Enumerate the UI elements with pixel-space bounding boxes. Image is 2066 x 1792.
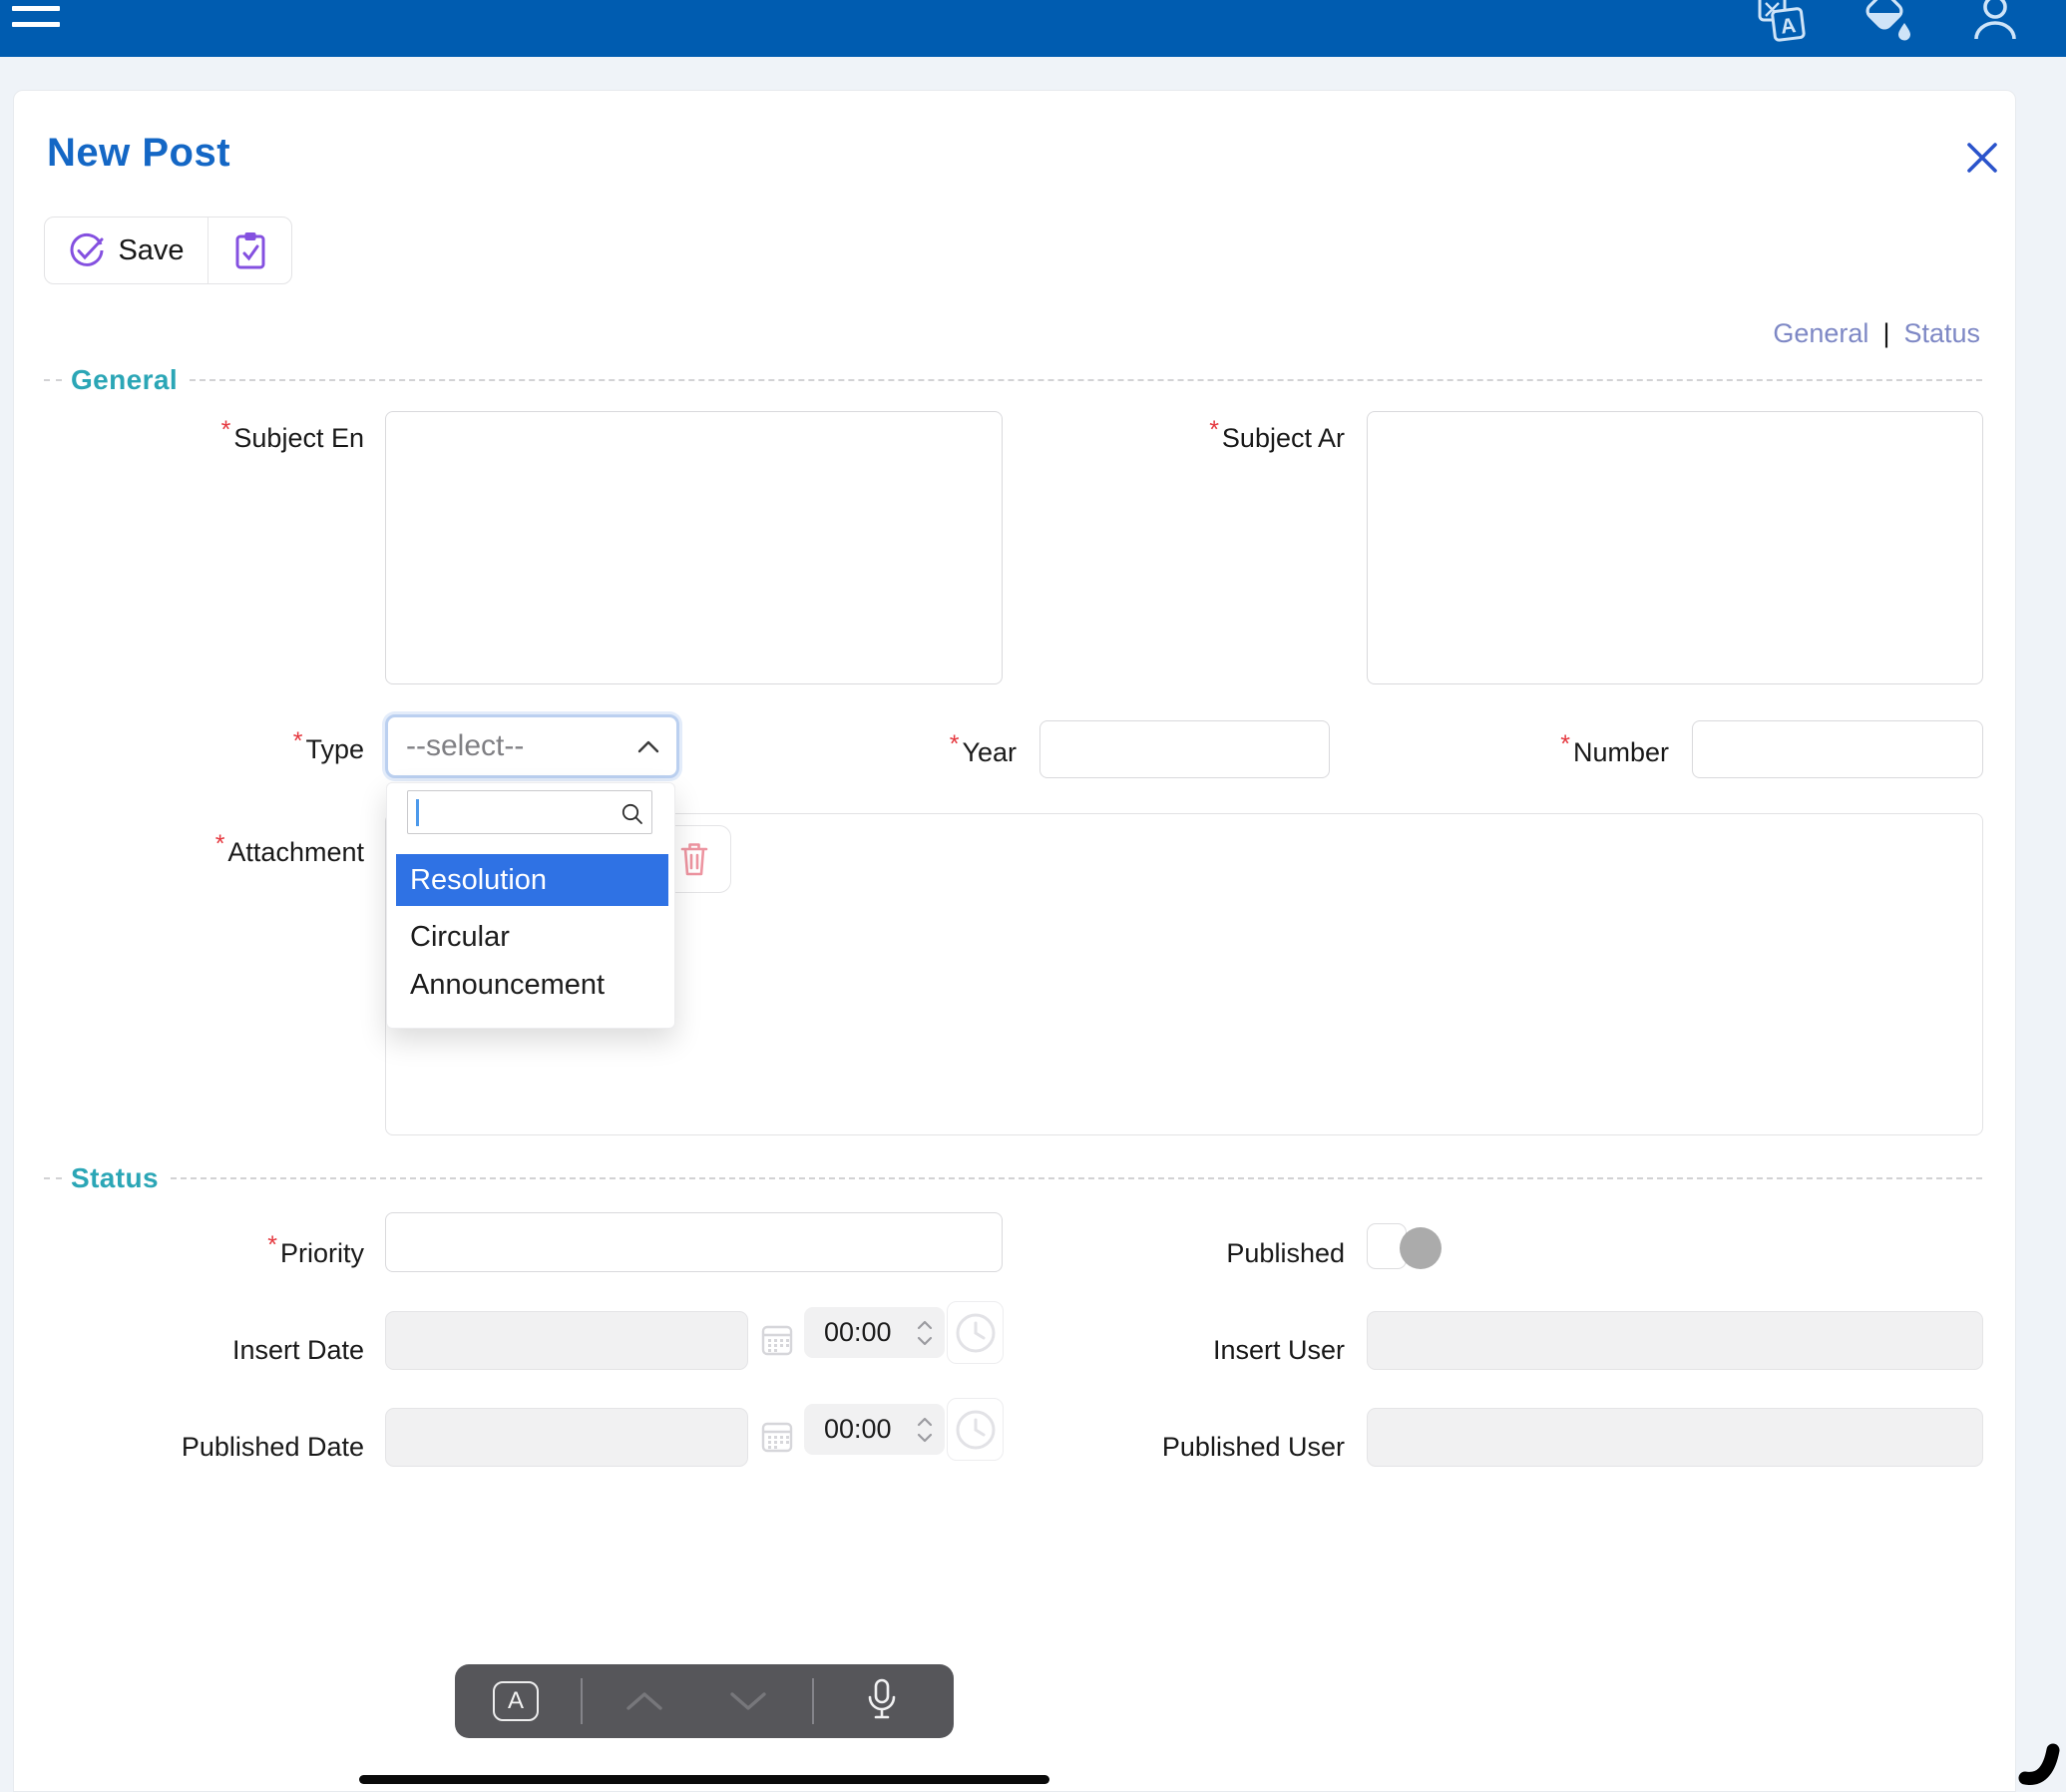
spinner-arrows-icon [917,1320,933,1345]
top-app-bar: A [0,0,2066,57]
clock-icon [956,1410,995,1449]
general-section-legend: General [44,364,1982,396]
year-label: * Year [949,730,1017,767]
published-date-input[interactable] [385,1408,748,1467]
section-nav: General | Status [1773,318,1980,349]
year-input[interactable] [1039,720,1330,778]
nav-link-status[interactable]: Status [1903,318,1980,349]
published-user-label: Published User [1161,1432,1345,1462]
required-marker: * [1560,730,1570,758]
published-label: Published [1226,1238,1345,1268]
published-time-spinner[interactable]: 00:00 [804,1404,945,1455]
number-input[interactable] [1692,720,1983,778]
divider [581,1678,583,1724]
save-button-label: Save [118,233,185,266]
required-marker: * [267,1231,277,1259]
divider [812,1678,814,1724]
translate-icon[interactable]: A [1753,0,1809,48]
subject-ar-label: * Subject Ar [1209,416,1345,453]
keyboard-accessory-bar: A [455,1664,954,1738]
chevron-down-icon[interactable] [726,1690,770,1712]
priority-label: * Priority [267,1231,364,1268]
clipboard-check-icon [235,232,264,269]
published-date-label: Published Date [181,1432,364,1462]
calendar-icon[interactable] [761,1419,793,1453]
type-option-resolution[interactable]: Resolution [396,854,668,906]
search-icon [621,803,642,824]
priority-input[interactable] [385,1212,1003,1272]
subject-en-label: * Subject En [220,416,364,453]
status-legend-label: Status [71,1162,159,1193]
ink-stroke [2018,1743,2060,1785]
type-select[interactable]: --select-- [385,714,679,778]
fill-color-icon[interactable] [1858,0,1913,48]
spinner-arrows-icon [917,1417,933,1442]
insert-user-label: Insert User [1212,1335,1345,1365]
insert-time-spinner[interactable]: 00:00 [804,1307,945,1358]
format-key[interactable]: A [493,1681,539,1721]
attachment-label: * Attachment [214,830,364,867]
toggle-knob [1400,1227,1442,1269]
required-marker: * [220,416,231,444]
type-option-announcement[interactable]: Announcement [396,963,668,1007]
required-marker: * [214,830,225,858]
save-button[interactable]: Save [45,218,207,283]
chevron-up-icon [637,740,659,753]
save-template-button[interactable] [208,218,291,283]
required-marker: * [292,727,303,755]
required-marker: * [1209,416,1219,444]
number-label: * Number [1560,730,1669,767]
insert-date-input[interactable] [385,1311,748,1370]
published-time-clock-button[interactable] [947,1398,1004,1461]
new-post-card: New Post Save General | Status General *… [13,90,2016,1792]
type-option-circular[interactable]: Circular [396,915,668,959]
published-toggle[interactable] [1367,1223,1443,1273]
subject-ar-textarea[interactable] [1367,411,1983,684]
clock-icon [956,1313,995,1352]
save-button-group: Save [44,217,292,284]
insert-time-clock-button[interactable] [947,1301,1004,1364]
insert-user-input[interactable] [1367,1311,1983,1370]
published-time-value: 00:00 [824,1414,892,1444]
type-select-placeholder: --select-- [406,729,525,762]
subject-en-textarea[interactable] [385,411,1003,684]
nav-link-general[interactable]: General [1773,318,1868,349]
trash-icon [680,843,708,876]
insert-date-label: Insert Date [231,1335,364,1365]
type-search-input[interactable] [407,790,652,834]
close-icon[interactable] [1965,141,1999,175]
status-section-legend: Status [44,1162,1982,1194]
menu-icon[interactable] [12,6,60,38]
microphone-icon[interactable] [866,1678,898,1724]
home-indicator[interactable] [359,1775,1049,1784]
type-dropdown-panel: Resolution Circular Announcement [386,782,675,1029]
type-label: * Type [292,727,364,764]
published-user-input[interactable] [1367,1408,1983,1467]
check-circle-icon [70,232,104,266]
general-legend-label: General [71,364,179,395]
chevron-up-icon[interactable] [622,1690,666,1712]
svg-text:A: A [1780,14,1798,39]
user-icon[interactable] [1967,0,2023,48]
text-cursor [416,799,419,826]
nav-separator: | [1882,318,1890,348]
insert-time-value: 00:00 [824,1317,892,1347]
calendar-icon[interactable] [761,1322,793,1356]
page-title: New Post [47,131,231,175]
required-marker: * [949,730,960,758]
screen: A New Post Save General | Status General… [0,0,2066,1792]
